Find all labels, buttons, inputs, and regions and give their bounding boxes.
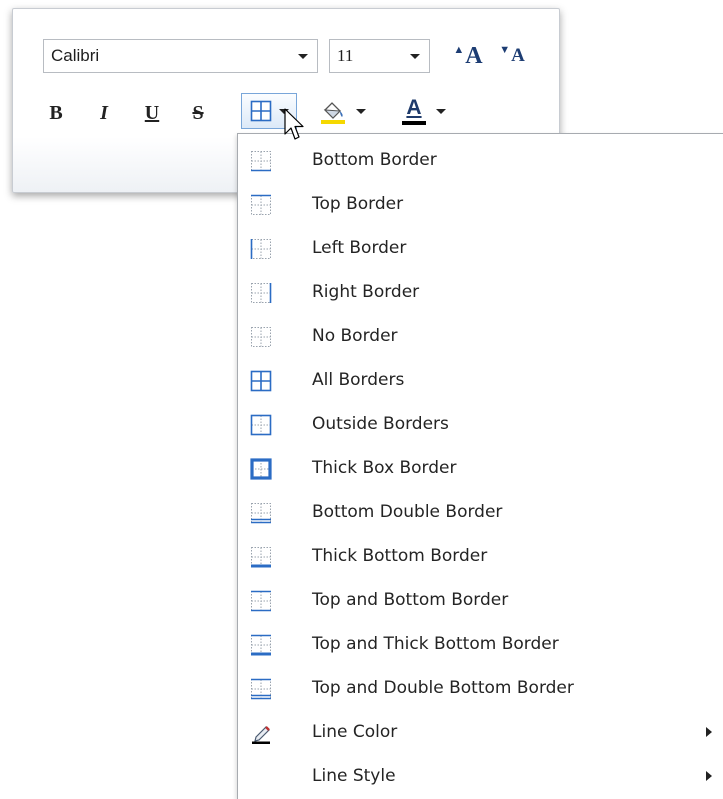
thick-bottom-border-icon <box>251 547 271 568</box>
menu-item-label: Outside Borders <box>312 414 449 434</box>
no-border-icon <box>251 327 271 347</box>
top-border-icon <box>251 194 271 215</box>
chevron-down-icon[interactable] <box>289 53 317 59</box>
menu-item-label: No Border <box>312 326 398 346</box>
menu-item-bottom-border[interactable]: Bottom Border <box>238 138 723 182</box>
menu-item-top-border[interactable]: Top Border <box>238 182 723 226</box>
paint-bucket-icon <box>321 102 345 124</box>
top-double-bottom-border-icon <box>251 678 271 700</box>
outside-borders-icon <box>250 414 272 436</box>
submenu-arrow-icon <box>706 727 712 737</box>
font-size-combobox[interactable]: 11 <box>329 39 430 73</box>
menu-item-top-double-bottom-border[interactable]: Top and Double Bottom Border <box>238 666 723 710</box>
left-border-icon <box>250 239 271 259</box>
font-color-split-button[interactable]: A <box>401 93 446 129</box>
menu-item-label: Bottom Border <box>312 150 437 170</box>
grow-font-label: A <box>465 42 483 69</box>
menu-item-no-border[interactable]: No Border <box>238 314 723 358</box>
menu-item-left-border[interactable]: Left Border <box>238 226 723 270</box>
menu-item-label: All Borders <box>312 370 405 390</box>
pencil-icon <box>252 726 270 744</box>
italic-button[interactable]: I <box>91 95 117 131</box>
shrink-font-label: A <box>511 45 525 66</box>
thick-box-border-icon <box>250 458 272 480</box>
caret-down-icon: ▼ <box>499 44 511 56</box>
all-borders-icon <box>250 370 272 392</box>
underline-button[interactable]: U <box>139 95 165 131</box>
menu-item-line-color[interactable]: Line Color <box>238 710 723 754</box>
bottom-double-border-icon <box>251 503 271 524</box>
all-borders-icon <box>250 100 271 122</box>
font-color-swatch <box>402 121 426 125</box>
menu-item-top-thick-bottom-border[interactable]: Top and Thick Bottom Border <box>238 622 723 666</box>
top-thick-bottom-border-icon <box>251 634 271 656</box>
menu-item-bottom-double-border[interactable]: Bottom Double Border <box>238 490 723 534</box>
caret-up-icon: ▲ <box>453 44 465 56</box>
bold-button[interactable]: B <box>43 95 69 131</box>
menu-item-label: Thick Bottom Border <box>312 546 488 566</box>
menu-item-label: Thick Box Border <box>312 458 457 478</box>
chevron-down-icon[interactable] <box>436 108 446 114</box>
grow-font-button[interactable]: ▲ A <box>449 39 487 73</box>
menu-item-line-style[interactable]: Line Style <box>238 754 723 798</box>
menu-item-label: Top and Bottom Border <box>312 590 509 610</box>
font-name-value: Calibri <box>51 46 100 65</box>
borders-dropdown-menu: Bottom Border Top Border Left Border Rig… <box>237 133 723 799</box>
mouse-pointer-icon <box>284 108 304 140</box>
menu-item-label: Bottom Double Border <box>312 502 503 522</box>
font-color-label: A <box>406 96 422 119</box>
chevron-down-icon[interactable] <box>356 108 366 114</box>
menu-item-label: Right Border <box>312 282 420 302</box>
menu-item-label: Line Color <box>312 722 398 742</box>
strikethrough-button[interactable]: S <box>185 95 211 131</box>
menu-item-label: Left Border <box>312 238 407 258</box>
menu-item-thick-bottom-border[interactable]: Thick Bottom Border <box>238 534 723 578</box>
font-name-combobox[interactable]: Calibri <box>43 39 318 73</box>
bottom-border-icon <box>251 151 271 172</box>
menu-item-label: Line Style <box>312 766 396 786</box>
menu-item-right-border[interactable]: Right Border <box>238 270 723 314</box>
menu-item-label: Top and Double Bottom Border <box>312 678 574 698</box>
menu-item-label: Top Border <box>312 194 404 214</box>
menu-item-all-borders[interactable]: All Borders <box>238 358 723 402</box>
menu-item-label: Top and Thick Bottom Border <box>312 634 559 654</box>
submenu-arrow-icon <box>706 771 712 781</box>
font-size-value: 11 <box>337 46 354 65</box>
font-color-icon: A <box>401 97 427 125</box>
fill-color-split-button[interactable] <box>319 93 366 129</box>
chevron-down-icon[interactable] <box>401 53 429 59</box>
right-border-icon <box>251 283 272 303</box>
top-bottom-border-icon <box>251 590 271 612</box>
shrink-font-button[interactable]: ▼ A <box>493 39 531 73</box>
menu-item-top-bottom-border[interactable]: Top and Bottom Border <box>238 578 723 622</box>
menu-item-thick-box-border[interactable]: Thick Box Border <box>238 446 723 490</box>
menu-item-outside-borders[interactable]: Outside Borders <box>238 402 723 446</box>
